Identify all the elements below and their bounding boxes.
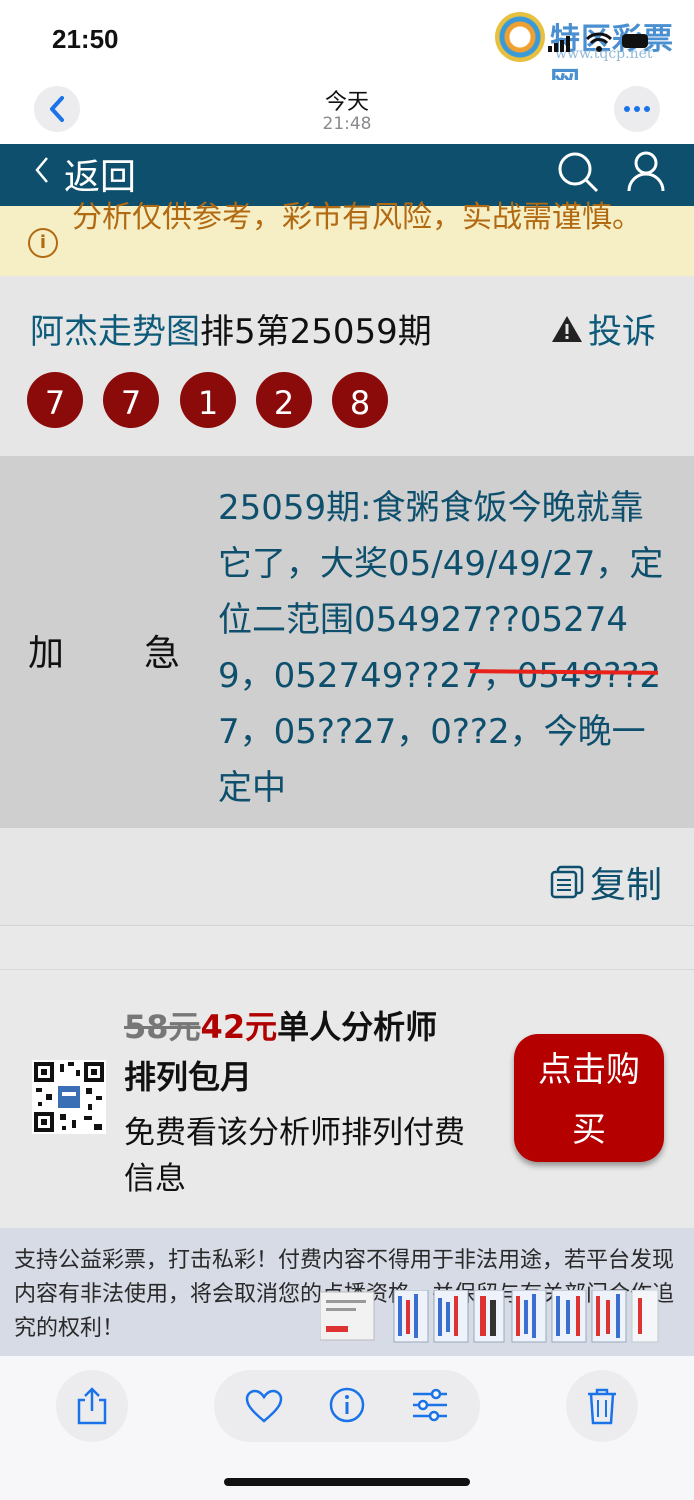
watermark-logo <box>495 12 545 62</box>
complain-button[interactable]: 投诉 <box>550 304 656 353</box>
result-ball: 1 <box>180 372 236 428</box>
signal-icon <box>548 36 570 52</box>
site-back-link[interactable]: 返回 <box>64 148 136 200</box>
info-circle-icon[interactable] <box>328 1386 366 1424</box>
promo-subtitle: 排列包月 <box>124 1058 253 1096</box>
post-text: 25059期:食粥食饭今晚就靠它了，大奖05/49/49/27，定位二范围054… <box>218 488 664 808</box>
share-button[interactable] <box>56 1370 128 1442</box>
home-indicator[interactable] <box>224 1478 470 1486</box>
nav-title: 今天 <box>324 90 369 115</box>
adjust-icon[interactable] <box>410 1388 450 1422</box>
result-ball: 2 <box>256 372 312 428</box>
risk-notice-text: 分析仅供参考，彩市有风险，实战需谨慎。 <box>72 200 642 235</box>
complain-label: 投诉 <box>588 312 656 352</box>
buy-button[interactable]: 点击购买 <box>514 1034 664 1162</box>
user-icon[interactable] <box>626 150 666 194</box>
result-ball: 8 <box>332 372 388 428</box>
image-thumbnails <box>320 1290 659 1343</box>
old-price: 58元 <box>124 1008 201 1046</box>
chevron-left-icon[interactable] <box>34 156 50 184</box>
copy-button[interactable]: 复制 <box>550 856 662 908</box>
issue-label: 排5第25059期 <box>200 312 432 352</box>
new-price: 42元 <box>200 1008 278 1046</box>
copy-icon <box>550 865 584 899</box>
delete-button[interactable] <box>566 1370 638 1442</box>
post-title: 阿杰走势图排5第25059期 <box>30 304 432 353</box>
qr-code-icon <box>32 1060 106 1134</box>
ellipsis-icon <box>624 106 650 112</box>
trash-icon <box>588 1388 616 1425</box>
promo-title-rest: 单人分析师 <box>277 1008 438 1046</box>
divider <box>0 926 694 970</box>
share-icon <box>77 1387 107 1425</box>
nav-subtitle: 21:48 <box>322 114 372 134</box>
urgent-label-right: 急 <box>144 633 181 674</box>
result-ball: 7 <box>103 372 159 428</box>
info-icon: i <box>28 228 58 258</box>
search-icon[interactable] <box>556 150 600 194</box>
warning-icon <box>552 315 582 342</box>
author-name[interactable]: 阿杰走势图 <box>30 312 200 352</box>
promo-title: 58元42元单人分析师 <box>124 1002 437 1048</box>
result-ball: 7 <box>27 372 83 428</box>
heart-icon[interactable] <box>244 1388 284 1424</box>
wifi-icon <box>586 32 612 52</box>
urgent-label-left: 加 <box>28 633 65 674</box>
copy-label: 复制 <box>590 865 663 906</box>
post-header <box>0 276 694 456</box>
more-button[interactable] <box>614 86 660 132</box>
battery-icon <box>622 34 648 48</box>
status-time: 21:50 <box>52 24 119 54</box>
promo-description: 免费看该分析师排列付费信息 <box>124 1115 465 1197</box>
